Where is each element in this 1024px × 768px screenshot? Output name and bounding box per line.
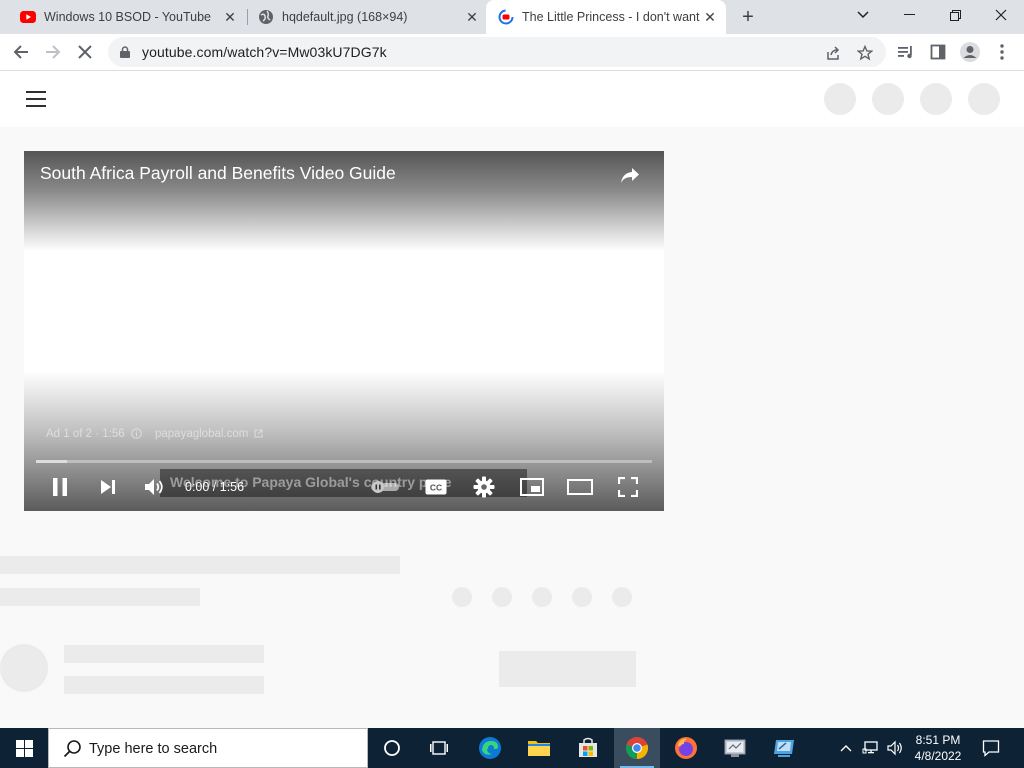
action-skeleton-circle bbox=[612, 587, 632, 607]
forward-button[interactable] bbox=[40, 39, 66, 65]
edge-browser-icon[interactable] bbox=[467, 728, 513, 768]
tab-title: Windows 10 BSOD - YouTube bbox=[44, 10, 211, 24]
task-view-icon[interactable] bbox=[416, 728, 462, 768]
tab-strip: Windows 10 BSOD - YouTube ✕ hqdefault.jp… bbox=[0, 0, 1024, 34]
video-title[interactable]: South Africa Payroll and Benefits Video … bbox=[40, 163, 396, 184]
clock-date: 4/8/2022 bbox=[914, 749, 962, 763]
network-icon[interactable] bbox=[860, 728, 882, 768]
close-window-button[interactable] bbox=[978, 0, 1024, 30]
taskbar-search-box[interactable]: Type here to search bbox=[48, 728, 368, 768]
channel-subs-skeleton bbox=[64, 676, 264, 694]
bookmark-star-icon[interactable] bbox=[856, 44, 874, 62]
media-control-icon[interactable] bbox=[894, 40, 918, 64]
share-icon[interactable] bbox=[618, 163, 642, 187]
lock-icon[interactable] bbox=[120, 45, 130, 58]
svg-text:CC: CC bbox=[430, 483, 442, 493]
profile-avatar-icon[interactable] bbox=[958, 40, 982, 64]
restore-button[interactable] bbox=[932, 0, 978, 30]
side-panel-icon[interactable] bbox=[926, 40, 950, 64]
header-placeholder-circle bbox=[824, 83, 856, 115]
header-placeholder-circle bbox=[872, 83, 904, 115]
action-skeleton-circle bbox=[492, 587, 512, 607]
video-player[interactable]: South Africa Payroll and Benefits Video … bbox=[24, 151, 664, 511]
firefox-icon[interactable] bbox=[663, 728, 709, 768]
volume-icon[interactable] bbox=[140, 473, 168, 501]
progress-fill bbox=[36, 460, 67, 463]
windows-taskbar: Type here to search 8:51 PM 4/8/2022 bbox=[0, 728, 1024, 768]
clock-time: 8:51 PM bbox=[915, 733, 961, 747]
next-button[interactable] bbox=[94, 473, 122, 501]
action-skeleton-circle bbox=[452, 587, 472, 607]
close-tab-icon[interactable]: ✕ bbox=[220, 7, 240, 27]
close-tab-icon[interactable]: ✕ bbox=[700, 7, 720, 27]
chrome-taskbar-icon[interactable] bbox=[614, 728, 660, 768]
chrome-menu-icon[interactable] bbox=[990, 40, 1014, 64]
tab-windows-bsod[interactable]: Windows 10 BSOD - YouTube ✕ bbox=[0, 0, 246, 34]
action-skeleton-circle bbox=[532, 587, 552, 607]
back-button[interactable] bbox=[8, 39, 34, 65]
subscribe-button-skeleton bbox=[499, 651, 636, 687]
action-skeleton-circle bbox=[572, 587, 592, 607]
tab-little-princess[interactable]: The Little Princess - I don't want ✕ bbox=[486, 0, 726, 34]
youtube-icon bbox=[20, 9, 36, 25]
youtube-header bbox=[0, 71, 1024, 127]
tab-title: hqdefault.jpg (168×94) bbox=[282, 10, 408, 24]
share-page-icon[interactable] bbox=[824, 44, 842, 62]
browser-toolbar: youtube.com/watch?v=Mw03kU7DG7k bbox=[0, 34, 1024, 71]
title-skeleton bbox=[0, 556, 400, 574]
advertiser-link[interactable]: papayaglobal.com bbox=[155, 428, 263, 440]
speaker-volume-icon[interactable] bbox=[884, 728, 906, 768]
file-explorer-icon[interactable] bbox=[516, 728, 562, 768]
globe-icon bbox=[258, 9, 274, 25]
theater-mode-button[interactable] bbox=[566, 473, 594, 501]
external-link-icon bbox=[254, 429, 263, 438]
system-app-icon[interactable] bbox=[712, 728, 758, 768]
stop-loading-button[interactable] bbox=[72, 39, 98, 65]
info-icon[interactable] bbox=[131, 428, 142, 439]
tab-title: The Little Princess - I don't want bbox=[522, 10, 700, 24]
header-placeholder-circle bbox=[920, 83, 952, 115]
settings-gear-icon[interactable] bbox=[470, 473, 498, 501]
search-icon bbox=[63, 739, 83, 759]
menu-hamburger-icon[interactable] bbox=[26, 91, 46, 107]
fullscreen-button[interactable] bbox=[614, 473, 642, 501]
autoplay-toggle[interactable] bbox=[368, 473, 402, 501]
miniplayer-button[interactable] bbox=[518, 473, 546, 501]
youtube-loading-icon bbox=[498, 9, 514, 25]
minimize-button[interactable] bbox=[886, 0, 932, 30]
remote-desktop-icon[interactable] bbox=[761, 728, 807, 768]
cortana-icon[interactable] bbox=[369, 728, 415, 768]
system-clock[interactable]: 8:51 PM 4/8/2022 bbox=[906, 732, 970, 764]
microsoft-store-icon[interactable] bbox=[565, 728, 611, 768]
header-placeholder-circle bbox=[968, 83, 1000, 115]
subtitles-cc-button[interactable]: CC bbox=[422, 473, 450, 501]
action-center-notification-icon[interactable] bbox=[976, 728, 1006, 768]
pause-button[interactable] bbox=[46, 473, 74, 501]
ad-info: Ad 1 of 2 · 1:56 bbox=[46, 428, 142, 440]
time-display: 0:00 / 1:56 bbox=[185, 480, 245, 494]
channel-name-skeleton bbox=[64, 645, 264, 663]
tab-hqdefault[interactable]: hqdefault.jpg (168×94) ✕ bbox=[238, 0, 488, 34]
screen: Windows 10 BSOD - YouTube ✕ hqdefault.jp… bbox=[0, 0, 1024, 768]
channel-avatar-skeleton bbox=[0, 644, 48, 692]
subtitle-skeleton bbox=[0, 588, 200, 606]
url-text[interactable]: youtube.com/watch?v=Mw03kU7DG7k bbox=[142, 44, 387, 60]
new-tab-button[interactable]: + bbox=[736, 5, 760, 29]
search-placeholder[interactable]: Type here to search bbox=[89, 741, 217, 757]
progress-bar[interactable] bbox=[36, 460, 652, 463]
tab-search-button[interactable] bbox=[840, 0, 886, 30]
close-tab-icon[interactable]: ✕ bbox=[462, 7, 482, 27]
show-hidden-icons-chevron[interactable] bbox=[836, 728, 856, 768]
address-bar[interactable]: youtube.com/watch?v=Mw03kU7DG7k bbox=[108, 37, 886, 67]
start-windows-icon[interactable] bbox=[0, 728, 48, 768]
